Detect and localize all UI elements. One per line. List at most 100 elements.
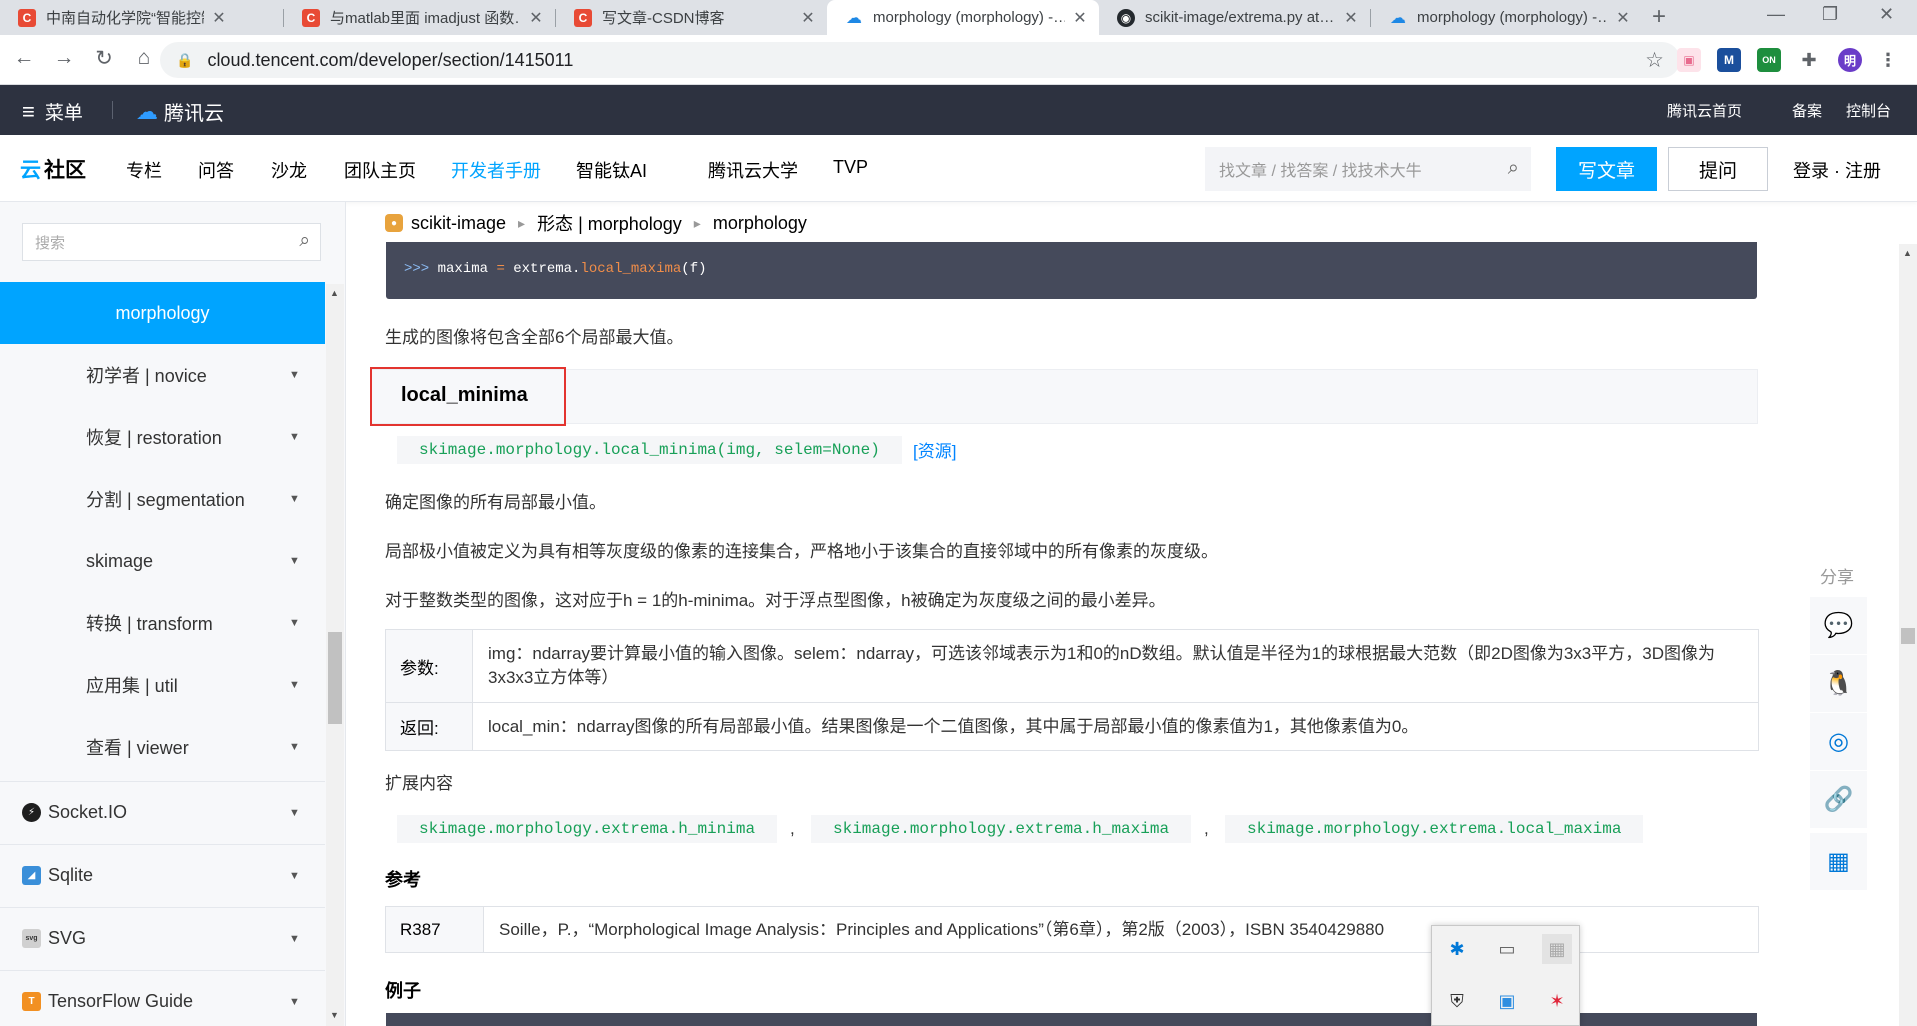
page-scrollbar[interactable]: ▲ [1899, 244, 1917, 1026]
home-icon[interactable]: ⌂ [130, 46, 158, 70]
link-beian[interactable]: 备案 [1792, 100, 1822, 121]
sidebar-item[interactable]: 应用集 | util ▼ [0, 654, 325, 716]
menu-button[interactable]: ≡ 菜单 [22, 98, 83, 125]
extensions-puzzle-icon[interactable]: ✚ [1797, 48, 1821, 72]
browser-tab[interactable]: ◉ scikit-image/extrema.py at… ✕ [1099, 0, 1370, 35]
nav-columns[interactable]: 专栏 [126, 157, 162, 183]
chevron-down-icon[interactable]: ▼ [289, 431, 300, 443]
login-register-link[interactable]: 登录 · 注册 [1793, 157, 1881, 183]
sidebar-group[interactable]: svg SVG ▼ [0, 907, 325, 969]
chevron-down-icon[interactable]: ▼ [289, 617, 300, 629]
bookmark-star-icon[interactable]: ☆ [1645, 48, 1664, 73]
scroll-up-icon[interactable]: ▲ [330, 288, 339, 298]
monitor-icon[interactable]: ▭ [1492, 934, 1522, 964]
weibo-icon[interactable]: ◎ [1810, 713, 1867, 770]
sidebar-group[interactable]: ◢ Sqlite ▼ [0, 844, 325, 906]
sidebar-item[interactable]: 分割 | segmentation ▼ [0, 468, 325, 530]
app-star-icon[interactable]: ✶ [1542, 986, 1572, 1016]
restore-window-icon[interactable]: ❐ [1822, 4, 1838, 25]
extension-m-icon[interactable]: M [1717, 48, 1741, 72]
nav-salon[interactable]: 沙龙 [271, 157, 307, 183]
chevron-down-icon[interactable]: ▼ [289, 741, 300, 753]
tencent-cloud-favicon-icon: ☁ [1390, 9, 1406, 27]
nav-team[interactable]: 团队主页 [344, 157, 416, 183]
sidebar-group[interactable]: T TensorFlow Guide ▼ [0, 970, 325, 1026]
nav-ai[interactable]: 智能钛AI [576, 157, 647, 183]
close-tab-icon[interactable]: ✕ [1614, 8, 1632, 28]
address-bar[interactable]: 🔒 cloud.tencent.com/developer/section/14… [160, 42, 1680, 78]
chevron-down-icon[interactable]: ▼ [289, 555, 300, 567]
search-icon[interactable]: ⌕ [299, 230, 310, 252]
nav-university[interactable]: 腾讯云大学 [708, 157, 798, 183]
source-link[interactable]: [资源] [913, 437, 956, 462]
reload-icon[interactable]: ↻ [90, 46, 118, 71]
app-window-icon[interactable]: ▣ [1492, 986, 1522, 1016]
browser-tab[interactable]: C 中南自动化学院“智能控制与… ✕ [0, 0, 238, 35]
doc-sidebar: 搜索 ⌕ morphology 初学者 | novice ▼ 恢复 | rest… [0, 202, 346, 1026]
scrollbar-thumb[interactable] [1901, 628, 1915, 644]
minimize-icon[interactable]: — [1767, 4, 1785, 25]
sidebar-item[interactable]: 恢复 | restoration ▼ [0, 406, 325, 468]
chevron-down-icon[interactable]: ▼ [289, 369, 300, 381]
browser-tab[interactable]: C 与matlab里面 imadjust 函数… ✕ [284, 0, 555, 35]
see-also-link[interactable]: skimage.morphology.extrema.local_maxima [1225, 815, 1644, 843]
app-tray-icon[interactable]: ▦ [1542, 934, 1572, 964]
scrollbar-thumb[interactable] [328, 632, 342, 724]
sidebar-scrollbar[interactable]: ▲ ▼ [326, 284, 344, 1026]
qq-icon[interactable]: 🐧 [1810, 655, 1867, 712]
breadcrumb-item[interactable]: 形态 | morphology [537, 210, 682, 236]
close-window-icon[interactable]: ✕ [1879, 4, 1894, 25]
nav-dev-handbook[interactable]: 开发者手册 [451, 157, 541, 183]
chevron-down-icon[interactable]: ▼ [289, 933, 300, 945]
chevron-down-icon[interactable]: ▼ [289, 870, 300, 882]
extension-on-icon[interactable]: ON [1757, 48, 1781, 72]
qrcode-icon[interactable]: ▦ [1810, 833, 1867, 890]
link-console[interactable]: 控制台 [1846, 100, 1891, 121]
search-icon[interactable]: ⌕ [1508, 157, 1519, 180]
see-also-link[interactable]: skimage.morphology.extrema.h_minima [397, 815, 778, 843]
tab-title: morphology (morphology) -… [873, 9, 1065, 26]
forward-icon[interactable]: → [50, 46, 78, 70]
chevron-down-icon[interactable]: ▼ [289, 493, 300, 505]
link-icon[interactable]: 🔗 [1810, 771, 1867, 828]
ask-question-button[interactable]: 提问 [1668, 147, 1768, 191]
back-icon[interactable]: ← [10, 46, 38, 70]
site-search-input[interactable]: 找文章 / 找答案 / 找技术大牛 ⌕ [1205, 147, 1531, 191]
security-shield-icon[interactable]: ⛨ [1442, 986, 1472, 1016]
scroll-up-icon[interactable]: ▲ [1903, 248, 1912, 258]
close-tab-icon[interactable]: ✕ [210, 8, 228, 28]
extension-icon[interactable]: ▣ [1677, 48, 1701, 72]
nav-qa[interactable]: 问答 [198, 157, 234, 183]
close-tab-icon[interactable]: ✕ [1071, 8, 1089, 28]
chevron-down-icon[interactable]: ▼ [289, 807, 300, 819]
nav-tvp[interactable]: TVP [833, 157, 868, 178]
lock-icon[interactable]: 🔒 [176, 52, 193, 69]
breadcrumb-item[interactable]: scikit-image [411, 213, 506, 234]
browser-menu-icon[interactable]: ⋮ [1876, 48, 1900, 72]
bluetooth-icon[interactable]: ✱ [1442, 934, 1472, 964]
sidebar-item[interactable]: 初学者 | novice ▼ [0, 344, 325, 406]
community-logo[interactable]: 云社区 [20, 154, 86, 184]
close-tab-icon[interactable]: ✕ [1342, 8, 1360, 28]
browser-tab[interactable]: ☁ morphology (morphology) -… ✕ [1371, 0, 1642, 35]
wechat-icon[interactable]: 💬 [1810, 597, 1867, 654]
chevron-down-icon[interactable]: ▼ [289, 679, 300, 691]
sidebar-group[interactable]: ⚡ Socket.IO ▼ [0, 781, 325, 843]
write-article-button[interactable]: 写文章 [1556, 147, 1657, 191]
link-home[interactable]: 腾讯云首页 [1667, 100, 1742, 121]
browser-tab-active[interactable]: ☁ morphology (morphology) -… ✕ [827, 0, 1099, 35]
scroll-down-icon[interactable]: ▼ [330, 1010, 339, 1020]
chevron-down-icon[interactable]: ▼ [289, 996, 300, 1008]
close-tab-icon[interactable]: ✕ [527, 8, 545, 28]
sidebar-item[interactable]: 转换 | transform ▼ [0, 592, 325, 654]
tencent-cloud-logo[interactable]: ☁ 腾讯云 [136, 97, 224, 126]
see-also-link[interactable]: skimage.morphology.extrema.h_maxima [811, 815, 1192, 843]
sidebar-search-input[interactable]: 搜索 ⌕ [22, 223, 321, 261]
sidebar-item[interactable]: skimage ▼ [0, 530, 325, 592]
sidebar-item[interactable]: 查看 | viewer ▼ [0, 716, 325, 778]
sidebar-item-active[interactable]: morphology [0, 282, 325, 344]
close-tab-icon[interactable]: ✕ [799, 8, 817, 28]
browser-tab[interactable]: C 写文章-CSDN博客 ✕ [556, 0, 827, 35]
profile-avatar[interactable]: 明 [1838, 48, 1862, 72]
new-tab-button[interactable]: + [1652, 3, 1666, 31]
